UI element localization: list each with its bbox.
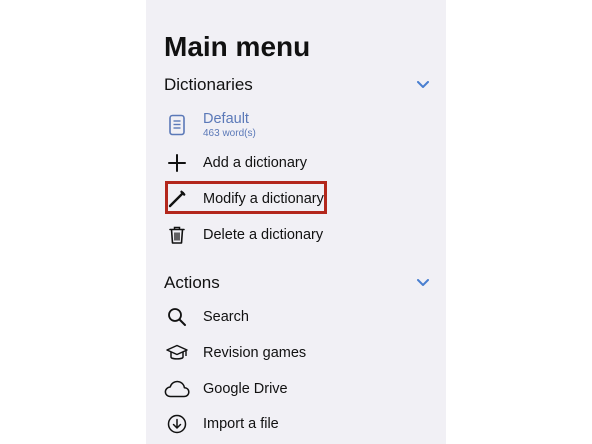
add-dictionary-label: Add a dictionary — [203, 155, 307, 171]
dictionary-item-default[interactable]: Default 463 word(s) — [164, 108, 256, 142]
dictionary-word-count: 463 word(s) — [203, 127, 256, 139]
search-icon — [164, 304, 190, 330]
import-file-label: Import a file — [203, 416, 279, 432]
modify-dictionary-label: Modify a dictionary — [203, 191, 324, 207]
revision-games-label: Revision games — [203, 345, 307, 361]
main-menu-panel: Main menu Dictionaries Default 463 word(… — [146, 0, 446, 444]
chevron-down-icon[interactable] — [416, 78, 430, 92]
dictionary-name: Default — [203, 110, 249, 127]
chevron-down-icon[interactable] — [416, 276, 430, 290]
document-icon — [164, 112, 190, 138]
pencil-icon — [164, 186, 190, 212]
delete-dictionary-item[interactable]: Delete a dictionary — [164, 220, 323, 250]
download-circle-icon — [164, 411, 190, 437]
modify-dictionary-item[interactable]: Modify a dictionary — [164, 184, 324, 214]
graduation-cap-icon — [164, 340, 190, 366]
search-item[interactable]: Search — [164, 302, 249, 332]
revision-games-item[interactable]: Revision games — [164, 338, 306, 368]
dictionaries-section-header[interactable]: Dictionaries — [164, 73, 430, 97]
cloud-icon — [164, 376, 190, 402]
dictionaries-section-title: Dictionaries — [164, 75, 253, 94]
actions-section-title: Actions — [164, 273, 220, 292]
google-drive-label: Google Drive — [203, 381, 288, 397]
trash-icon — [164, 222, 190, 248]
actions-section-header[interactable]: Actions — [164, 271, 430, 295]
search-label: Search — [203, 309, 249, 325]
plus-icon — [164, 150, 190, 176]
google-drive-item[interactable]: Google Drive — [164, 374, 288, 404]
add-dictionary-item[interactable]: Add a dictionary — [164, 148, 307, 178]
page-title: Main menu — [164, 31, 311, 62]
import-file-item[interactable]: Import a file — [164, 409, 279, 439]
delete-dictionary-label: Delete a dictionary — [203, 227, 324, 243]
